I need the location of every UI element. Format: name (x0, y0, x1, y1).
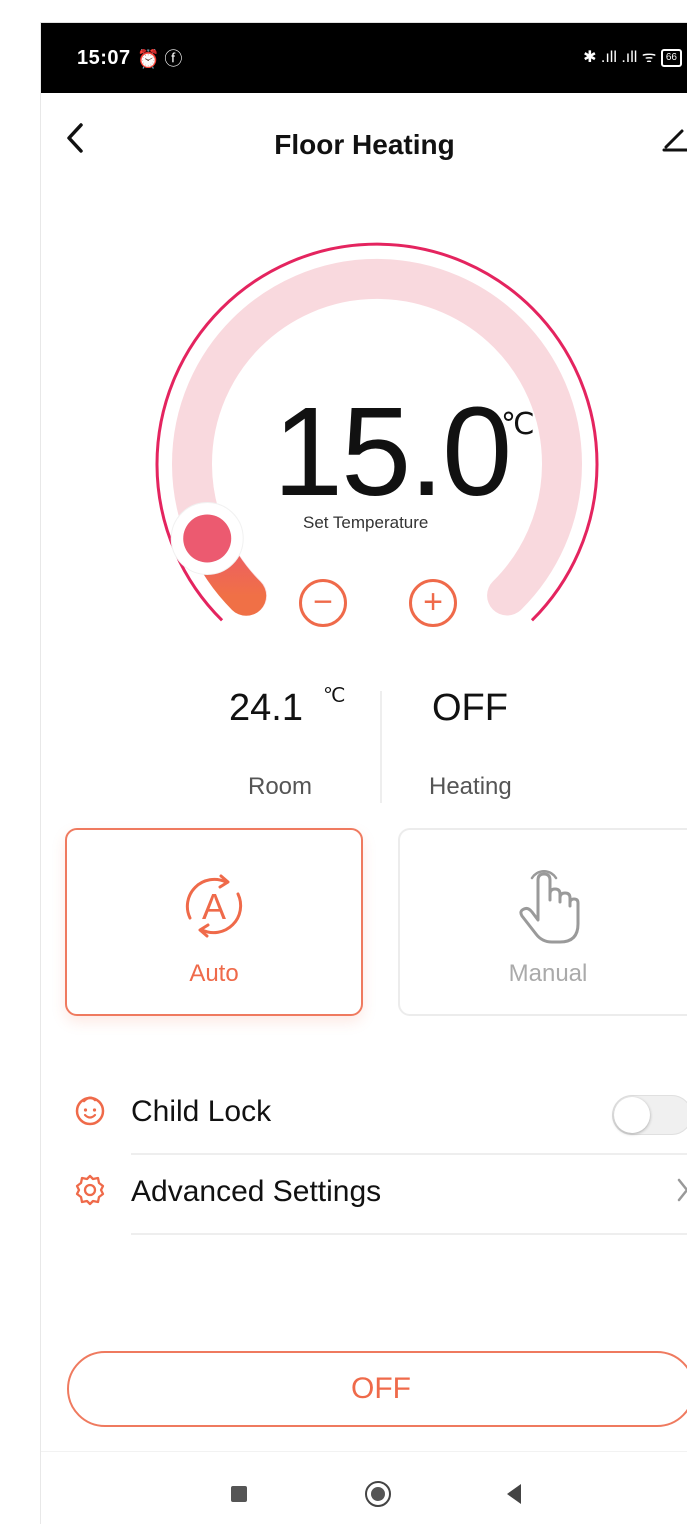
set-temperature-unit: ℃ (501, 408, 535, 441)
row-divider (131, 1233, 687, 1235)
system-back-button[interactable] (507, 1484, 521, 1504)
auto-mode-label: Auto (189, 960, 239, 987)
gear-icon (73, 1173, 107, 1207)
advanced-settings-label: Advanced Settings (131, 1175, 382, 1208)
advanced-settings-row[interactable]: Advanced Settings (41, 1155, 687, 1235)
heating-status-value: OFF (432, 687, 508, 729)
increase-temperature-button[interactable]: + (409, 579, 457, 627)
child-lock-label: Child Lock (131, 1095, 272, 1128)
set-temperature-label: Set Temperature (303, 513, 429, 532)
stats-divider (380, 691, 382, 803)
room-temperature-unit: ℃ (323, 685, 346, 707)
minus-icon: − (313, 583, 333, 621)
room-temperature-value: 24.1 (229, 687, 303, 729)
child-face-icon (73, 1093, 107, 1127)
plus-icon: + (423, 583, 443, 621)
decrease-temperature-button[interactable]: − (299, 579, 347, 627)
system-nav-bar (41, 1451, 687, 1524)
manual-mode-button[interactable]: Manual (398, 828, 687, 1016)
auto-mode-button[interactable]: A Auto (65, 828, 363, 1016)
toggle-knob (614, 1097, 650, 1133)
phone-screen: 15:07 ⏰ ⓕ ✱ .ıll .ıll ᯤ 66 Floor Heating… (40, 22, 687, 1524)
temperature-dial[interactable] (41, 23, 687, 663)
dial-handle-dot (183, 514, 232, 563)
set-temperature-value: 15.0 (273, 381, 512, 522)
home-button[interactable] (365, 1481, 391, 1507)
heating-status-label: Heating (429, 773, 512, 800)
recent-apps-button[interactable] (231, 1486, 247, 1502)
child-lock-row[interactable]: Child Lock (41, 1075, 687, 1155)
power-button[interactable]: OFF (67, 1351, 687, 1427)
auto-mode-icon: A (67, 866, 361, 951)
manual-mode-label: Manual (508, 960, 588, 987)
hand-pointer-icon (400, 866, 687, 955)
room-temperature-label: Room (248, 773, 313, 800)
chevron-right-icon (676, 1177, 687, 1210)
svg-text:A: A (202, 886, 226, 927)
child-lock-toggle[interactable] (612, 1095, 687, 1135)
